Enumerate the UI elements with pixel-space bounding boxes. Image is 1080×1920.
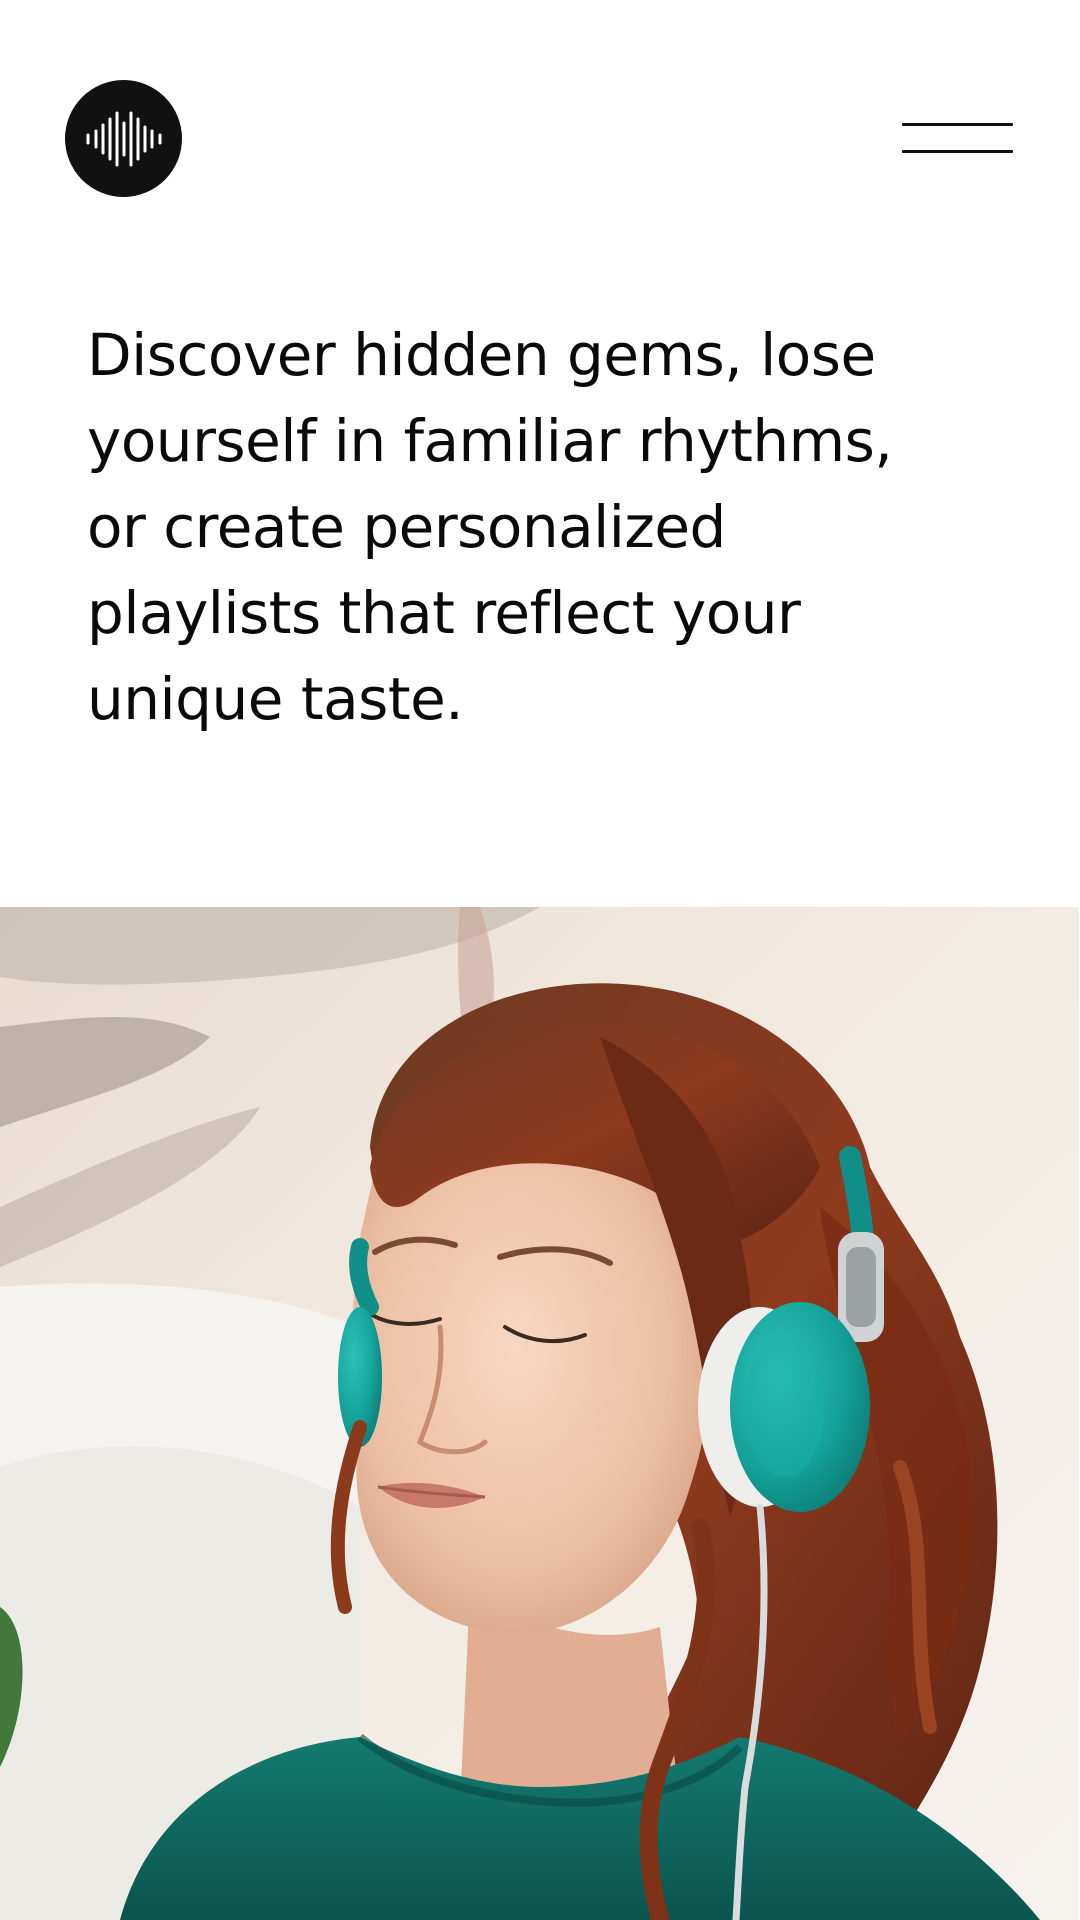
menu-bar-bottom [902, 150, 1013, 153]
menu-bar-top [902, 123, 1013, 126]
top-bar [0, 0, 1080, 260]
headline-line: yourself in familiar rhythms, [87, 407, 893, 475]
headline-line: or create personalized [87, 493, 726, 561]
hero-image [0, 907, 1079, 1920]
menu-button[interactable] [898, 112, 1016, 156]
logo[interactable] [65, 80, 182, 197]
headline-line: unique taste. [87, 665, 464, 733]
hero-headline: Discover hidden gems, lose yourself in f… [87, 312, 1027, 742]
woman-with-headphones-photo [0, 907, 1079, 1920]
headline-line: playlists that reflect your [87, 579, 801, 647]
soundwave-icon [86, 111, 161, 166]
headline-line: Discover hidden gems, lose [87, 321, 876, 389]
